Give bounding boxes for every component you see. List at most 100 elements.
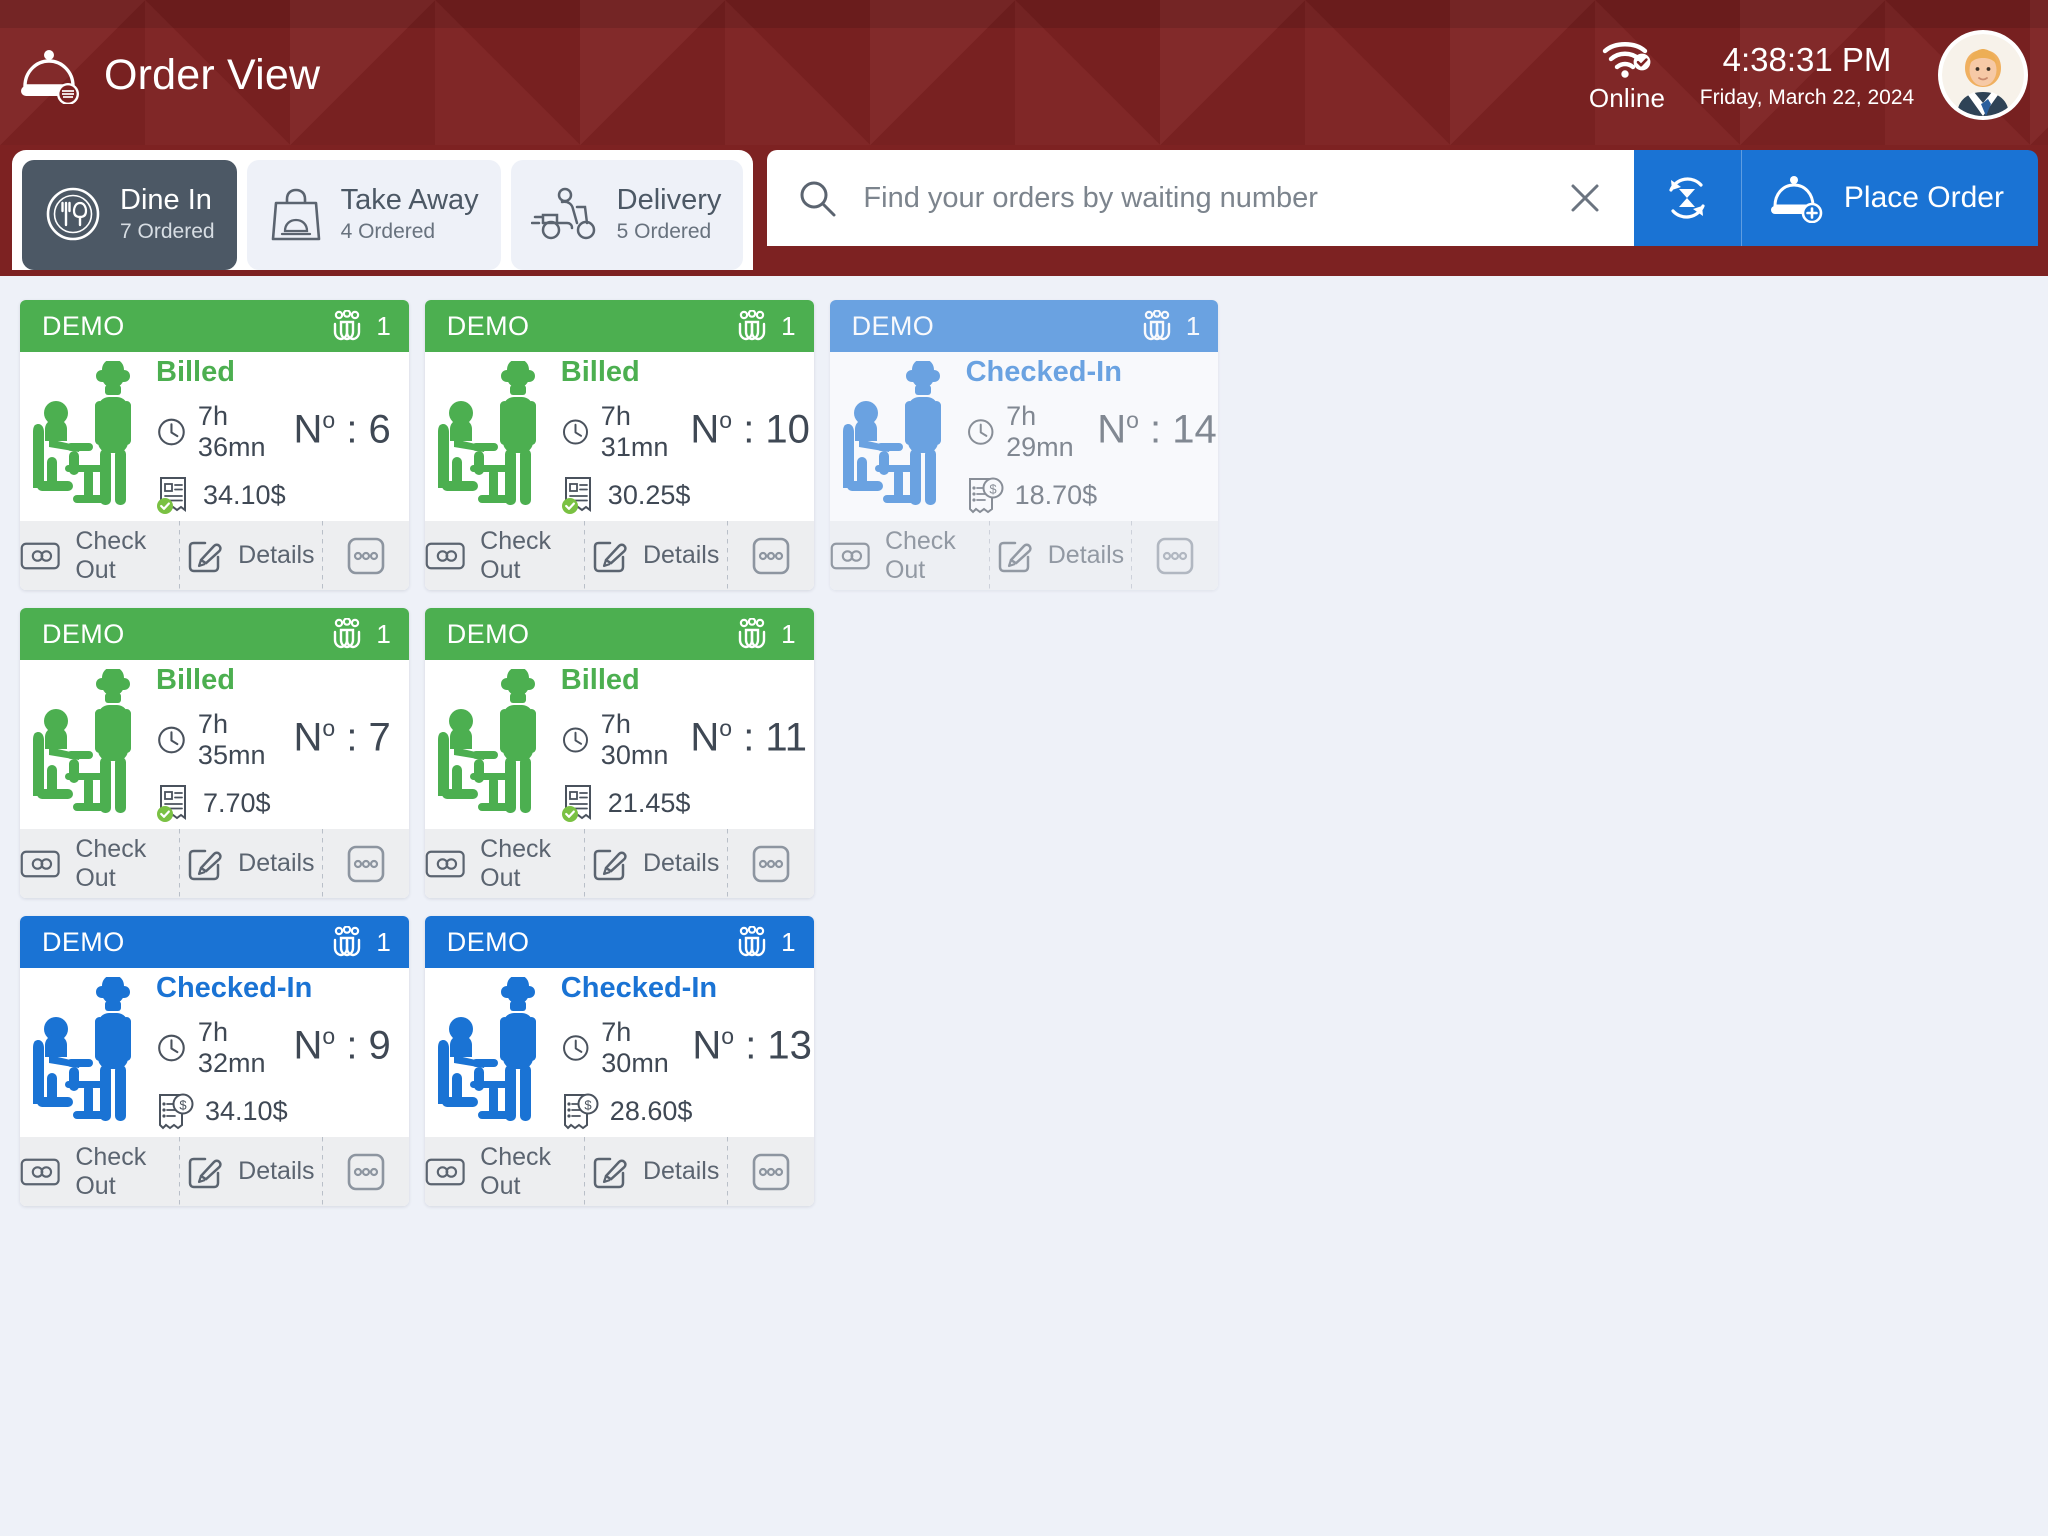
order-info: Checked-In 7h 29mn $ 18.70$ No : 14	[964, 356, 1219, 515]
order-card[interactable]: DEMO 1 Billed	[20, 608, 409, 898]
details-button[interactable]: Details	[180, 521, 322, 590]
check-out-button[interactable]: Check Out	[20, 521, 179, 590]
order-tag: DEMO	[851, 310, 935, 341]
details-button[interactable]: Details	[585, 1137, 727, 1206]
avatar[interactable]	[1938, 30, 2028, 120]
details-label: Details	[1047, 541, 1125, 570]
guest-count: 1	[329, 618, 391, 650]
close-icon[interactable]	[1562, 175, 1608, 221]
order-info: Checked-In 7h 32mn $ 34.10$ No : 9	[154, 972, 399, 1131]
guests-group-icon	[738, 926, 766, 957]
waiter-serving-icon	[437, 976, 536, 1121]
more-options-button[interactable]	[728, 521, 814, 590]
order-number: No : 6	[293, 407, 391, 452]
order-card-body: Billed 7h 31mn 30.25$ No : 10	[425, 352, 814, 521]
order-tag: DEMO	[446, 926, 530, 957]
receipt-check-icon	[561, 785, 591, 823]
tab-delivery-texts: Delivery 5 Ordered	[617, 184, 722, 244]
tab-take-away-count: 4 Ordered	[340, 220, 436, 243]
order-card[interactable]: DEMO 1 Billed	[20, 300, 409, 590]
refresh-button[interactable]	[1633, 150, 1742, 246]
details-button[interactable]: Details	[990, 521, 1132, 590]
check-out-button[interactable]: Check Out	[20, 1137, 179, 1206]
order-card-actions: Check Out Details	[20, 829, 409, 898]
order-card-body: Billed 7h 30mn 21.45$ No : 11	[425, 660, 814, 829]
order-status-label: Checked-In	[560, 972, 718, 1005]
order-card[interactable]: DEMO 1 Checked	[424, 916, 814, 1206]
order-elapsed-value: 7h 30mn	[600, 709, 669, 771]
order-meta-row: 7h 32mn $ 34.10$ No : 9	[156, 1017, 399, 1131]
checkout-card-icon	[425, 542, 465, 570]
order-amount: 34.10$	[156, 475, 294, 515]
details-label: Details	[642, 541, 720, 570]
order-meta-row: 7h 35mn 7.70$ No : 7	[156, 709, 399, 823]
check-out-button[interactable]: Check Out	[425, 829, 584, 898]
header-bar: Order View Online 4:38:31 PM Friday, Mar…	[0, 0, 2048, 150]
order-card-actions: Check Out Details	[829, 521, 1219, 590]
more-options-button[interactable]	[323, 829, 409, 898]
order-card[interactable]: DEMO 1 Billed	[424, 300, 814, 590]
order-elapsed-value: 7h 32mn	[197, 1017, 266, 1079]
edit-square-icon	[593, 1157, 627, 1188]
guest-count: 1	[1139, 310, 1200, 342]
guest-count: 1	[329, 926, 391, 958]
checkout-card-icon	[20, 542, 60, 570]
checkout-card-icon	[425, 850, 465, 878]
search-input[interactable]	[863, 181, 1536, 215]
order-elapsed-time: 7h 30mn	[561, 1017, 693, 1079]
order-card-actions: Check Out Details	[424, 1137, 814, 1206]
order-card-header: DEMO 1	[20, 300, 409, 353]
checkout-card-icon	[830, 542, 870, 570]
header-status-area: Online 4:38:31 PM Friday, March 22, 2024	[1562, 30, 2028, 120]
guests-group-icon	[738, 618, 766, 649]
waiter-serving-icon	[842, 360, 941, 505]
order-status-illustration	[431, 668, 559, 819]
more-options-button[interactable]	[728, 829, 814, 898]
more-options-button[interactable]	[323, 1137, 409, 1206]
guests-group-icon	[334, 310, 361, 341]
shopping-bag-icon	[267, 183, 325, 245]
search-and-actions: Place Order	[767, 150, 2038, 246]
clock-display: 4:38:31 PM Friday, March 22, 2024	[1692, 41, 1922, 110]
order-tag: DEMO	[42, 926, 125, 957]
order-card[interactable]: DEMO 1 Billed	[424, 608, 814, 898]
order-card-grid: DEMO 1 Billed 7h 36mn 34.10$ No: 6 Chec…	[20, 300, 2028, 1536]
ellipsis-box-icon	[347, 1153, 385, 1190]
order-status-label: Billed	[560, 664, 640, 697]
more-options-button[interactable]	[728, 1137, 814, 1206]
tab-take-away-texts: Take Away 4 Ordered	[341, 184, 479, 244]
more-options-button[interactable]	[323, 521, 409, 590]
check-out-label: Check Out	[480, 834, 552, 892]
order-card-header: DEMO 1	[20, 916, 409, 969]
order-type-tabs: Dine In 7 Ordered Take Away 4 Ordered De…	[12, 150, 754, 270]
order-elapsed-value: 7h 30mn	[601, 1017, 669, 1079]
order-card-header: DEMO 1	[20, 608, 409, 661]
tab-take-away[interactable]: Take Away 4 Ordered	[246, 160, 501, 270]
check-out-button[interactable]: Check Out	[425, 1137, 584, 1206]
tab-dine-in[interactable]: Dine In 7 Ordered	[22, 160, 237, 270]
edit-square-icon	[593, 849, 627, 880]
cloche-icon	[18, 46, 84, 104]
order-card[interactable]: DEMO 1 Checked	[20, 916, 409, 1206]
details-button[interactable]: Details	[180, 1137, 322, 1206]
details-button[interactable]: Details	[585, 521, 727, 590]
guests-group-icon	[334, 926, 361, 957]
checkout-card-icon	[20, 850, 60, 878]
order-card-header: DEMO 1	[424, 300, 814, 353]
order-amount-value: 18.70$	[1014, 479, 1098, 510]
refresh-icon	[1659, 170, 1715, 226]
check-out-button[interactable]: Check Out	[425, 521, 584, 590]
place-order-button[interactable]: Place Order	[1741, 150, 2038, 246]
details-button[interactable]: Details	[585, 829, 727, 898]
guest-count-value: 1	[781, 618, 796, 649]
details-button[interactable]: Details	[180, 829, 322, 898]
order-tag: DEMO	[42, 618, 125, 649]
order-card[interactable]: DEMO 1 Checked	[829, 300, 1219, 590]
order-elapsed-time: 7h 32mn	[156, 1017, 294, 1079]
edit-square-icon	[998, 541, 1032, 572]
check-out-button[interactable]: Check Out	[830, 521, 989, 590]
tab-delivery[interactable]: Delivery 5 Ordered	[510, 160, 744, 270]
clock-icon	[562, 419, 588, 445]
check-out-button[interactable]: Check Out	[20, 829, 179, 898]
more-options-button[interactable]	[1132, 521, 1218, 590]
